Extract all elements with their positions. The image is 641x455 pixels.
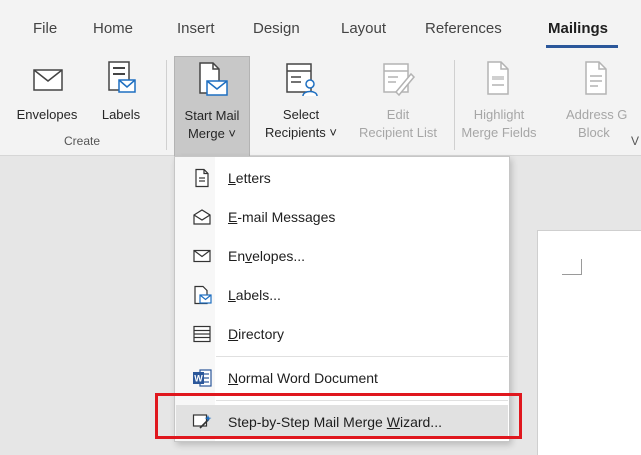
labels-label: Labels (101, 107, 141, 122)
menu-item-labels-label: Labels... (228, 287, 281, 303)
menu-item-mail-merge-wizard-label: Step-by-Step Mail Merge Wizard... (228, 414, 442, 430)
edit-recipient-list-line1: Edit (386, 107, 410, 122)
menu-item-envelopes[interactable]: Envelopes... (176, 239, 508, 273)
edit-recipient-list-line2: Recipient List (358, 125, 438, 140)
select-recipients-button[interactable]: Select Recipients ˅ (252, 56, 350, 158)
start-mail-merge-icon (199, 62, 228, 96)
group-label-create: Create (64, 134, 101, 148)
active-tab-indicator (546, 45, 618, 48)
menu-separator (216, 400, 508, 401)
highlight-merge-fields-button[interactable]: Highlight Merge Fields (456, 56, 542, 158)
word-document-icon: W (193, 369, 212, 387)
directory-icon (193, 325, 211, 343)
address-block-line2: Block (578, 125, 610, 140)
select-recipients-icon (286, 63, 318, 97)
highlight-fields-icon (487, 61, 509, 95)
tab-mailings[interactable]: Mailings (548, 20, 608, 37)
svg-text:W: W (194, 374, 203, 384)
edit-recipient-list-label: Edit Recipient List (348, 106, 448, 142)
menu-separator (216, 356, 508, 357)
envelope-icon (33, 69, 63, 91)
menu-item-normal-word-document-label: Normal Word Document (228, 370, 378, 386)
menu-item-directory[interactable]: Directory (176, 317, 508, 351)
wizard-icon (192, 414, 212, 429)
menu-item-envelopes-label: Envelopes... (228, 248, 306, 264)
group-separator (454, 60, 455, 150)
select-recipients-label: Select Recipients ˅ (252, 106, 350, 142)
tab-layout[interactable]: Layout (341, 20, 386, 37)
menu-item-letters-label: Letters (228, 170, 271, 186)
tab-file[interactable]: File (33, 20, 57, 37)
address-block-label: Address G Block (566, 106, 641, 142)
menu-item-email-messages[interactable]: E-mail Messages (176, 200, 508, 234)
document-page[interactable] (537, 230, 641, 455)
start-mail-merge-button[interactable]: Start Mail Merge ˅ (174, 56, 250, 158)
highlight-merge-fields-line1: Highlight (473, 107, 525, 122)
ribbon: File Home Insert Design Layout Reference… (0, 0, 641, 158)
menu-item-directory-label: Directory (228, 326, 285, 342)
start-mail-merge-line1: Start Mail (184, 108, 240, 123)
menu-item-mail-merge-wizard[interactable]: Step-by-Step Mail Merge Wizard... (176, 405, 508, 439)
tab-home[interactable]: Home (93, 20, 133, 37)
tab-insert[interactable]: Insert (177, 20, 215, 37)
labels-icon (194, 285, 212, 305)
address-block-line1: Address G (566, 107, 628, 122)
tab-references[interactable]: References (425, 20, 502, 37)
highlight-merge-fields-label: Highlight Merge Fields (456, 106, 542, 142)
highlight-merge-fields-line2: Merge Fields (461, 125, 537, 140)
letter-document-icon (195, 168, 209, 188)
menu-item-normal-word-document[interactable]: W Normal Word Document (176, 361, 508, 395)
edit-recipient-list-button[interactable]: Edit Recipient List (348, 56, 448, 158)
start-mail-merge-line2: Merge ˅ (187, 126, 237, 141)
menu-item-labels[interactable]: Labels... (176, 278, 508, 312)
page-corner-mark (562, 259, 582, 275)
select-recipients-line1: Select (282, 107, 320, 122)
menu-item-letters[interactable]: Letters (176, 161, 508, 195)
edit-list-icon (383, 63, 416, 97)
envelopes-label: Envelopes (16, 107, 78, 122)
menu-item-email-messages-label: E-mail Messages (228, 209, 336, 225)
start-mail-merge-menu: Letters E-mail Messages Envelopes... Lab… (174, 156, 510, 442)
tab-design[interactable]: Design (253, 20, 300, 37)
address-block-icon (585, 61, 607, 95)
address-block-button[interactable]: Address G Block (562, 56, 641, 158)
start-mail-merge-label: Start Mail Merge ˅ (175, 107, 249, 143)
group-label-partial: V (631, 134, 640, 148)
labels-icon (108, 61, 136, 93)
select-recipients-line2: Recipients ˅ (265, 125, 337, 140)
envelope-icon (193, 249, 211, 263)
email-message-icon (193, 209, 211, 225)
group-separator (166, 60, 167, 150)
